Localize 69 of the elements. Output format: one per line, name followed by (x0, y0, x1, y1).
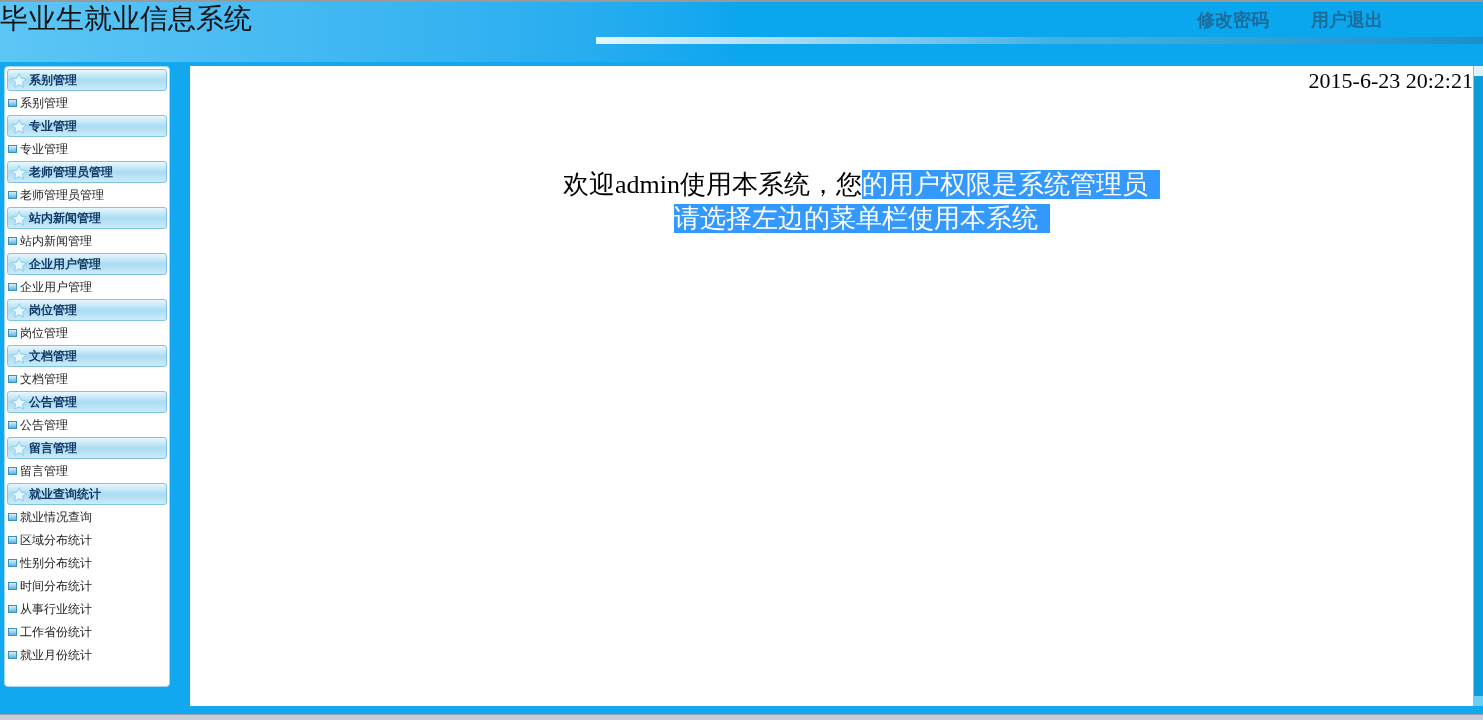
square-bullet-icon (8, 144, 17, 153)
menu-group-header[interactable]: 专业管理 (7, 115, 167, 137)
menu-group-header[interactable]: 公告管理 (7, 391, 167, 413)
menu-group-title: 专业管理 (29, 118, 77, 135)
square-bullet-icon (8, 190, 17, 199)
datetime-text: 2015-6-23 20:2:21 (1308, 67, 1473, 95)
menu-item[interactable]: 公告管理 (6, 413, 168, 436)
square-bullet-icon (8, 512, 17, 521)
square-bullet-icon (8, 98, 17, 107)
welcome-text: 欢迎admin使用本系统，您的用户权限是系统管理员 (563, 168, 1160, 202)
menu-group-title: 公告管理 (29, 394, 77, 411)
menu-item[interactable]: 老师管理员管理 (6, 183, 168, 206)
star-icon (11, 486, 27, 502)
menu-group-header[interactable]: 留言管理 (7, 437, 167, 459)
square-bullet-icon (8, 466, 17, 475)
menu-item[interactable]: 站内新闻管理 (6, 229, 168, 252)
scroll-up-button[interactable] (1474, 66, 1483, 76)
menu-group-title: 文档管理 (29, 348, 77, 365)
menu-item[interactable]: 性别分布统计 (6, 551, 168, 574)
menu-item[interactable]: 专业管理 (6, 137, 168, 160)
menu-item[interactable]: 就业情况查询 (6, 505, 168, 528)
square-bullet-icon (8, 282, 17, 291)
menu-item[interactable]: 岗位管理 (6, 321, 168, 344)
menu-item[interactable]: 文档管理 (6, 367, 168, 390)
star-icon (11, 118, 27, 134)
star-icon (11, 440, 27, 456)
star-icon (11, 72, 27, 88)
square-bullet-icon (8, 581, 17, 590)
menu-group-header[interactable]: 岗位管理 (7, 299, 167, 321)
menu-group-header[interactable]: 站内新闻管理 (7, 207, 167, 229)
welcome-text: 请选择左边的菜单栏使用本系统 (673, 202, 1050, 236)
square-bullet-icon (8, 627, 17, 636)
menu-group-title: 留言管理 (29, 440, 77, 457)
menu-item[interactable]: 留言管理 (6, 459, 168, 482)
square-bullet-icon (8, 604, 17, 613)
square-bullet-icon (8, 236, 17, 245)
app-title: 毕业生就业信息系统 (0, 2, 252, 37)
menu-item[interactable]: 系别管理 (6, 91, 168, 114)
menu-item[interactable]: 企业用户管理 (6, 275, 168, 298)
square-bullet-icon (8, 420, 17, 429)
menu-item[interactable]: 从事行业统计 (6, 597, 168, 620)
menu-item[interactable]: 就业月份统计 (6, 643, 168, 666)
star-icon (11, 164, 27, 180)
menu-group-header[interactable]: 就业查询统计 (7, 483, 167, 505)
star-icon (11, 394, 27, 410)
star-icon (11, 348, 27, 364)
menu-group-header[interactable]: 系别管理 (7, 69, 167, 91)
square-bullet-icon (8, 328, 17, 337)
square-bullet-icon (8, 650, 17, 659)
scroll-down-button[interactable] (1474, 696, 1483, 706)
star-icon (11, 210, 27, 226)
scrollbar[interactable] (1473, 66, 1483, 706)
menu-group-header[interactable]: 企业用户管理 (7, 253, 167, 275)
menu-group-title: 企业用户管理 (29, 256, 101, 273)
menu-group-title: 就业查询统计 (29, 486, 101, 503)
square-bullet-icon (8, 558, 17, 567)
menu-group-title: 老师管理员管理 (29, 164, 113, 181)
menu-group-header[interactable]: 老师管理员管理 (7, 161, 167, 183)
menu-group-header[interactable]: 文档管理 (7, 345, 167, 367)
star-icon (11, 302, 27, 318)
square-bullet-icon (8, 374, 17, 383)
menu-group-title: 站内新闻管理 (29, 210, 101, 227)
star-icon (11, 256, 27, 272)
menu-group-title: 岗位管理 (29, 302, 77, 319)
menu-group-title: 系别管理 (29, 72, 77, 89)
menu-item[interactable]: 时间分布统计 (6, 574, 168, 597)
square-bullet-icon (8, 535, 17, 544)
menu-item[interactable]: 区域分布统计 (6, 528, 168, 551)
menu-item[interactable]: 工作省份统计 (6, 620, 168, 643)
